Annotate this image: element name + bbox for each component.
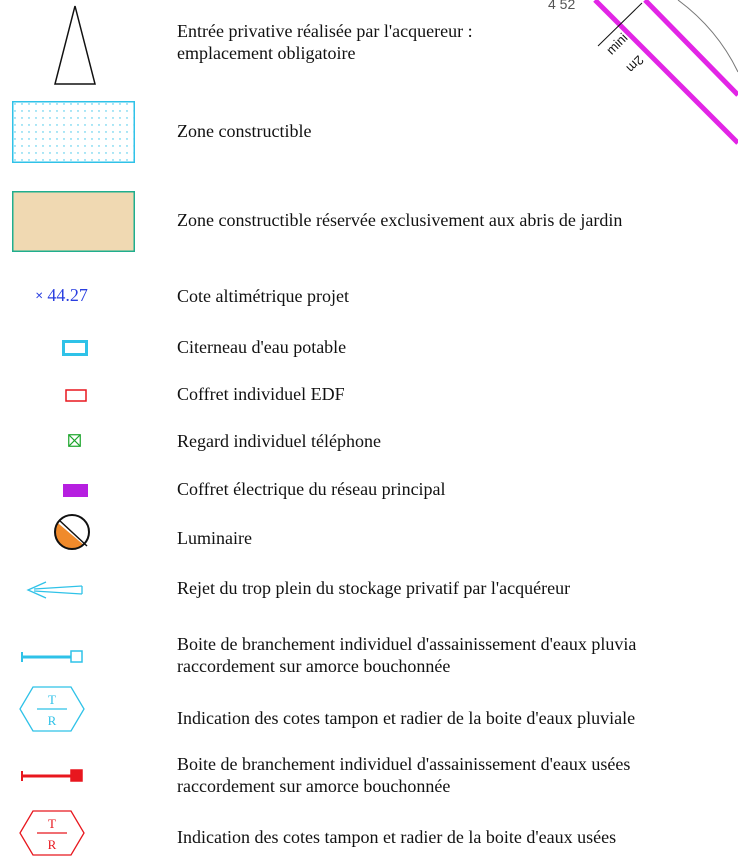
luminaire-circle-icon [54, 514, 90, 550]
legend-label-rejet: Rejet du trop plein du stockage privatif… [177, 578, 571, 598]
plan-fragment: 4 52 mini 2m [548, 0, 738, 145]
legend-label-entree: Entrée privative réalisée par l'acquereu… [177, 21, 473, 63]
dotted-cyan-rect-icon [12, 101, 135, 163]
hex-bottom-label: R [48, 713, 57, 728]
legend-label-luminaire: Luminaire [177, 528, 252, 548]
legend-label-zone-abris: Zone constructible réservée exclusivemen… [177, 210, 623, 230]
arrow-left-icon [26, 581, 83, 599]
legend-label-zone-constructible: Zone constructible [177, 121, 312, 141]
green-crossed-box-icon [68, 434, 81, 447]
tan-rect-icon [12, 191, 135, 252]
hex-top-label: T [48, 692, 56, 707]
cote-value: 44.27 [47, 285, 88, 305]
legend-label-cotes-pluviales: Indication des cotes tampon et radier de… [177, 708, 636, 728]
hex-top-label: T [48, 816, 56, 831]
legend-label-citerneau: Citerneau d'eau potable [177, 337, 347, 357]
red-rect-outline-icon [65, 389, 87, 402]
red-pipe-box-icon [21, 769, 83, 782]
legend-label-electrique: Coffret électrique du réseau principal [177, 479, 446, 499]
triangle-outline-icon [54, 5, 96, 85]
red-hexagon-icon: T R [19, 810, 85, 856]
legend-label-boite-pluviales: Boite de branchement individuel d'assain… [177, 634, 637, 676]
legend-label-cote: Cote altimétrique projet [177, 286, 349, 306]
magenta-filled-rect-icon [63, 484, 88, 497]
legend-label-edf: Coffret individuel EDF [177, 384, 345, 404]
legend-label-telephone: Regard individuel téléphone [177, 431, 381, 451]
cyan-rect-outline-icon [62, 340, 88, 356]
legend-page: 4 52 mini 2m Entrée privative réalisée p… [0, 0, 738, 865]
cyan-pipe-box-icon [21, 650, 83, 663]
legend-label-boite-usees: Boite de branchement individuel d'assain… [177, 754, 631, 796]
cote-marker-icon: ✕ 44.27 [35, 285, 88, 305]
setback-label-bottom: 2m [623, 52, 646, 75]
cyan-hexagon-icon: T R [19, 686, 85, 732]
legend-label-cotes-usees: Indication des cotes tampon et radier de… [177, 827, 617, 847]
hex-bottom-label: R [48, 837, 57, 852]
dimension-label: 4 52 [548, 0, 575, 12]
